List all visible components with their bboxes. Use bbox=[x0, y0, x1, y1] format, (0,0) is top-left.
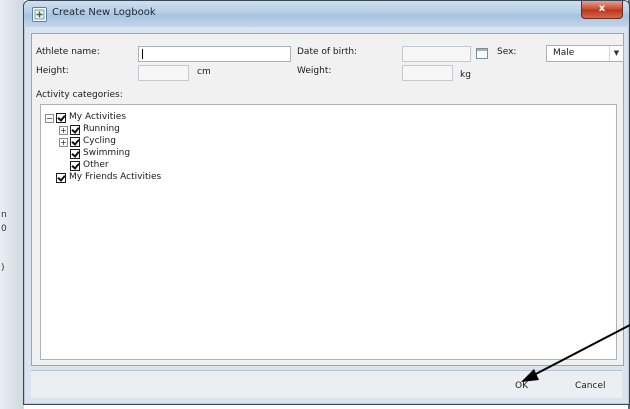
collapse-icon[interactable]: − bbox=[45, 114, 54, 123]
sex-select[interactable]: Male ▼ bbox=[546, 45, 624, 62]
activity-categories-label: Activity categories: bbox=[36, 90, 123, 100]
close-button[interactable]: x bbox=[581, 1, 623, 19]
checkbox-cycling[interactable] bbox=[70, 137, 80, 147]
window-title: Create New Logbook bbox=[52, 7, 156, 18]
tree-item-label: My Activities bbox=[69, 112, 127, 122]
tree-item-label: Cycling bbox=[83, 136, 116, 146]
date-of-birth-input[interactable] bbox=[402, 46, 471, 62]
checkbox-swimming[interactable] bbox=[70, 149, 80, 159]
background-text-fragment: ) bbox=[1, 263, 5, 273]
checkbox-my-activities[interactable] bbox=[56, 113, 66, 123]
cancel-button[interactable]: Cancel bbox=[575, 381, 606, 391]
tree-item-label: My Friends Activities bbox=[69, 172, 162, 182]
checkbox-other[interactable] bbox=[70, 161, 80, 171]
expand-icon[interactable]: + bbox=[59, 126, 68, 135]
background-window-edge: n 0 ) bbox=[0, 0, 24, 409]
ok-button[interactable]: OK bbox=[515, 381, 528, 391]
tree-item-label: Other bbox=[83, 160, 109, 170]
sex-label: Sex: bbox=[497, 47, 517, 57]
tree-item-label: Running bbox=[83, 124, 120, 134]
date-of-birth-label: Date of birth: bbox=[297, 47, 358, 57]
dialog-footer: OK Cancel bbox=[31, 370, 622, 398]
weight-label: Weight: bbox=[297, 66, 332, 76]
form-panel: Athlete name: Date of birth: Sex: Male ▼… bbox=[31, 33, 624, 366]
sex-select-value: Male bbox=[553, 48, 575, 58]
weight-unit: kg bbox=[460, 70, 471, 80]
checkbox-my-friends-activities[interactable] bbox=[56, 173, 66, 183]
height-label: Height: bbox=[36, 66, 69, 76]
activity-categories-tree: − My Activities + Running + Cycling Swim… bbox=[40, 104, 617, 360]
height-input[interactable] bbox=[138, 65, 189, 81]
tree-item-label: Swimming bbox=[83, 148, 131, 158]
create-logbook-dialog: Create New Logbook x Athlete name: Date … bbox=[23, 0, 630, 405]
expand-icon[interactable]: + bbox=[59, 138, 68, 147]
background-text-fragment: 0 bbox=[1, 224, 7, 234]
athlete-name-input[interactable] bbox=[138, 46, 291, 62]
close-icon: x bbox=[598, 3, 606, 14]
height-unit: cm bbox=[197, 67, 211, 77]
checkbox-running[interactable] bbox=[70, 125, 80, 135]
text-caret bbox=[142, 49, 143, 59]
athlete-name-label: Athlete name: bbox=[36, 47, 100, 57]
weight-input[interactable] bbox=[402, 65, 453, 81]
calendar-icon[interactable] bbox=[476, 48, 488, 59]
title-bar[interactable]: Create New Logbook x bbox=[24, 1, 629, 27]
background-text-fragment: n bbox=[1, 210, 7, 220]
chevron-down-icon[interactable]: ▼ bbox=[609, 46, 623, 61]
app-window-icon bbox=[32, 7, 47, 22]
